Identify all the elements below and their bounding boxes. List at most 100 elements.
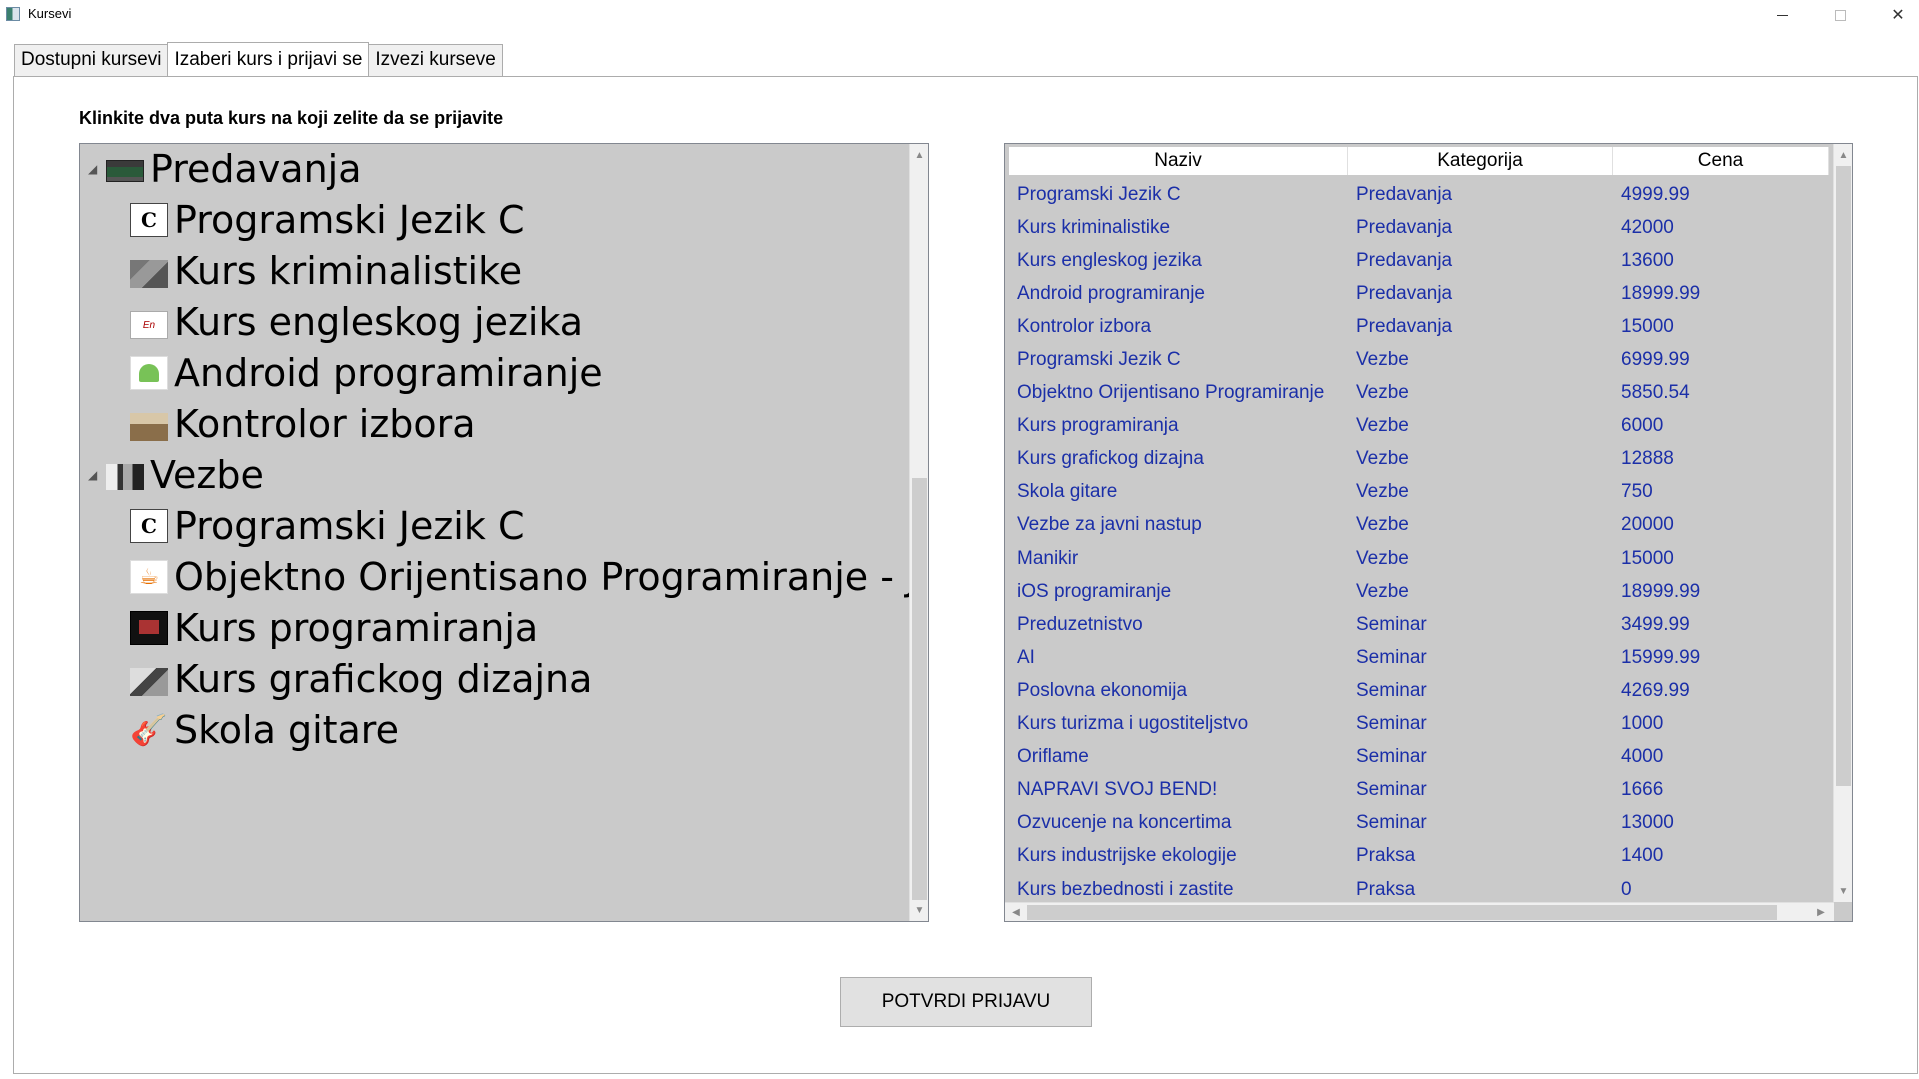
table-row[interactable]: Skola gitare Vezbe 750 <box>1009 476 1829 509</box>
cell-kategorija: Vezbe <box>1356 580 1409 602</box>
guitar-icon: 🎸 <box>130 713 168 747</box>
graphic-design-icon <box>130 668 168 696</box>
tree-item[interactable]: Kurs kriminalistike <box>130 246 522 296</box>
english-icon: En <box>130 311 168 339</box>
grid-horizontal-scrollbar[interactable]: ◀ ▶ <box>1005 902 1834 921</box>
course-tree[interactable]: ◢ Predavanja C Programski Jezik C Kurs k… <box>79 143 929 922</box>
cell-naziv: Kurs engleskog jezika <box>1017 249 1202 271</box>
cell-cena: 15999.99 <box>1621 646 1701 668</box>
cell-kategorija: Vezbe <box>1356 547 1409 569</box>
tree-vertical-scrollbar[interactable]: ▲ ▼ <box>909 144 928 921</box>
cell-naziv: Kurs programiranja <box>1017 415 1179 437</box>
tree-item[interactable]: Kurs grafickog dizajna <box>130 654 592 704</box>
tree-item-label: Android programiranje <box>174 351 603 395</box>
table-row[interactable]: Ozvucenje na koncertima Seminar 13000 <box>1009 807 1829 840</box>
tree-item[interactable]: Kontrolor izbora <box>130 399 476 449</box>
table-row[interactable]: Kurs engleskog jezika Predavanja 13600 <box>1009 244 1829 277</box>
cell-cena: 18999.99 <box>1621 282 1701 304</box>
android-icon <box>130 356 168 390</box>
tree-item[interactable]: C Programski Jezik C <box>130 501 524 551</box>
table-row[interactable]: Objektno Orijentisano Programiranje Vezbe… <box>1009 377 1829 410</box>
cell-cena: 1000 <box>1621 713 1664 735</box>
table-row[interactable]: Programski Jezik C Predavanja 4999.99 <box>1009 178 1829 211</box>
minimize-button[interactable] <box>1753 0 1811 30</box>
table-row[interactable]: Kurs grafickog dizajna Vezbe 12888 <box>1009 443 1829 476</box>
grid-vertical-scrollbar[interactable]: ▲ ▼ <box>1833 144 1852 902</box>
tree-item-label: Skola gitare <box>174 708 399 752</box>
scroll-thumb[interactable] <box>912 478 927 900</box>
tree-item[interactable]: Android programiranje <box>130 348 603 398</box>
tree-item-label: Objektno Orijentisano Programiranje - Ja… <box>174 555 929 599</box>
cell-naziv: Manikir <box>1017 547 1079 569</box>
column-header-cena[interactable]: Cena <box>1613 147 1829 175</box>
courses-grid[interactable]: Naziv Kategorija Cena Programski Jezik C… <box>1004 143 1853 922</box>
cell-kategorija: Seminar <box>1356 746 1427 768</box>
collapse-arrow-icon[interactable]: ◢ <box>88 162 100 176</box>
scroll-up-arrow-icon[interactable]: ▲ <box>1834 146 1852 164</box>
table-row[interactable]: Programski Jezik C Vezbe 6999.99 <box>1009 343 1829 376</box>
tree-item[interactable]: En Kurs engleskog jezika <box>130 297 583 347</box>
cell-naziv: Objektno Orijentisano Programiranje <box>1017 382 1325 404</box>
tree-item[interactable]: Kurs programiranja <box>130 603 538 653</box>
tree-item[interactable]: C Programski Jezik C <box>130 195 524 245</box>
cell-naziv: Kurs grafickog dizajna <box>1017 448 1204 470</box>
cell-cena: 3499.99 <box>1621 613 1690 635</box>
table-row[interactable]: AI Seminar 15999.99 <box>1009 641 1829 674</box>
table-row[interactable]: Kurs programiranja Vezbe 6000 <box>1009 410 1829 443</box>
cell-naziv: AI <box>1017 646 1035 668</box>
table-row[interactable]: iOS programiranje Vezbe 18999.99 <box>1009 575 1829 608</box>
table-row[interactable]: Preduzetnistvo Seminar 3499.99 <box>1009 608 1829 641</box>
cell-cena: 20000 <box>1621 514 1674 536</box>
c-language-icon: C <box>130 509 168 543</box>
tab-export-courses[interactable]: Izvezi kurseve <box>368 44 503 76</box>
tab-select-and-apply[interactable]: Izaberi kurs i prijavi se <box>167 42 370 76</box>
scroll-left-arrow-icon[interactable]: ◀ <box>1007 903 1025 921</box>
scroll-down-arrow-icon[interactable]: ▼ <box>910 901 928 919</box>
maximize-button[interactable] <box>1811 0 1869 30</box>
table-row[interactable]: Kontrolor izbora Predavanja 15000 <box>1009 310 1829 343</box>
cell-naziv: Kurs industrijske ekologije <box>1017 845 1237 867</box>
cell-kategorija: Predavanja <box>1356 315 1453 337</box>
tree-item[interactable]: ☕ Objektno Orijentisano Programiranje - … <box>130 552 929 602</box>
cell-naziv: Oriflame <box>1017 746 1089 768</box>
scroll-right-arrow-icon[interactable]: ▶ <box>1812 903 1830 921</box>
cell-kategorija: Vezbe <box>1356 382 1409 404</box>
cell-kategorija: Vezbe <box>1356 514 1409 536</box>
column-header-naziv[interactable]: Naziv <box>1009 147 1348 175</box>
table-row[interactable]: NAPRAVI SVOJ BEND! Seminar 1666 <box>1009 774 1829 807</box>
tree-group-predavanja[interactable]: ◢ Predavanja <box>88 144 362 194</box>
scroll-up-arrow-icon[interactable]: ▲ <box>910 146 928 164</box>
tab-available-courses[interactable]: Dostupni kursevi <box>14 44 169 76</box>
cell-naziv: Skola gitare <box>1017 481 1118 503</box>
cell-naziv: Poslovna ekonomija <box>1017 679 1188 701</box>
table-row[interactable]: Oriflame Seminar 4000 <box>1009 741 1829 774</box>
collapse-arrow-icon[interactable]: ◢ <box>88 468 100 482</box>
tree-item-label: Kurs engleskog jezika <box>174 300 584 344</box>
tree-item[interactable]: 🎸 Skola gitare <box>130 705 399 755</box>
tab-strip: Dostupni kursevi Izaberi kurs i prijavi … <box>14 42 503 76</box>
confirm-enrollment-button[interactable]: POTVRDI PRIJAVU <box>840 977 1092 1027</box>
table-row[interactable]: Kurs kriminalistike Predavanja 42000 <box>1009 211 1829 244</box>
cell-cena: 6999.99 <box>1621 349 1690 371</box>
table-row[interactable]: Poslovna ekonomija Seminar 4269.99 <box>1009 674 1829 707</box>
table-row[interactable]: Kurs industrijske ekologije Praksa 1400 <box>1009 840 1829 873</box>
tree-group-vezbe[interactable]: ◢ Vezbe <box>88 450 264 500</box>
close-button[interactable]: ✕ <box>1869 0 1919 30</box>
maximize-icon <box>1834 9 1846 21</box>
scroll-thumb[interactable] <box>1836 166 1851 786</box>
cell-cena: 15000 <box>1621 315 1674 337</box>
scroll-down-arrow-icon[interactable]: ▼ <box>1834 882 1852 900</box>
tree-group-label: Predavanja <box>150 147 362 191</box>
tree-group-label: Vezbe <box>150 453 264 497</box>
cell-naziv: Vezbe za javni nastup <box>1017 514 1202 536</box>
criminalistics-icon <box>130 260 168 288</box>
column-header-kategorija[interactable]: Kategorija <box>1348 147 1613 175</box>
tree-item-label: Kurs programiranja <box>174 606 539 650</box>
table-row[interactable]: Android programiranje Predavanja 18999.99 <box>1009 277 1829 310</box>
cell-cena: 13000 <box>1621 812 1674 834</box>
table-row[interactable]: Vezbe za javni nastup Vezbe 20000 <box>1009 509 1829 542</box>
scroll-thumb[interactable] <box>1027 905 1777 920</box>
table-row[interactable]: Kurs turizma i ugostiteljstvo Seminar 1000 <box>1009 708 1829 741</box>
cell-cena: 6000 <box>1621 415 1664 437</box>
table-row[interactable]: Manikir Vezbe 15000 <box>1009 542 1829 575</box>
